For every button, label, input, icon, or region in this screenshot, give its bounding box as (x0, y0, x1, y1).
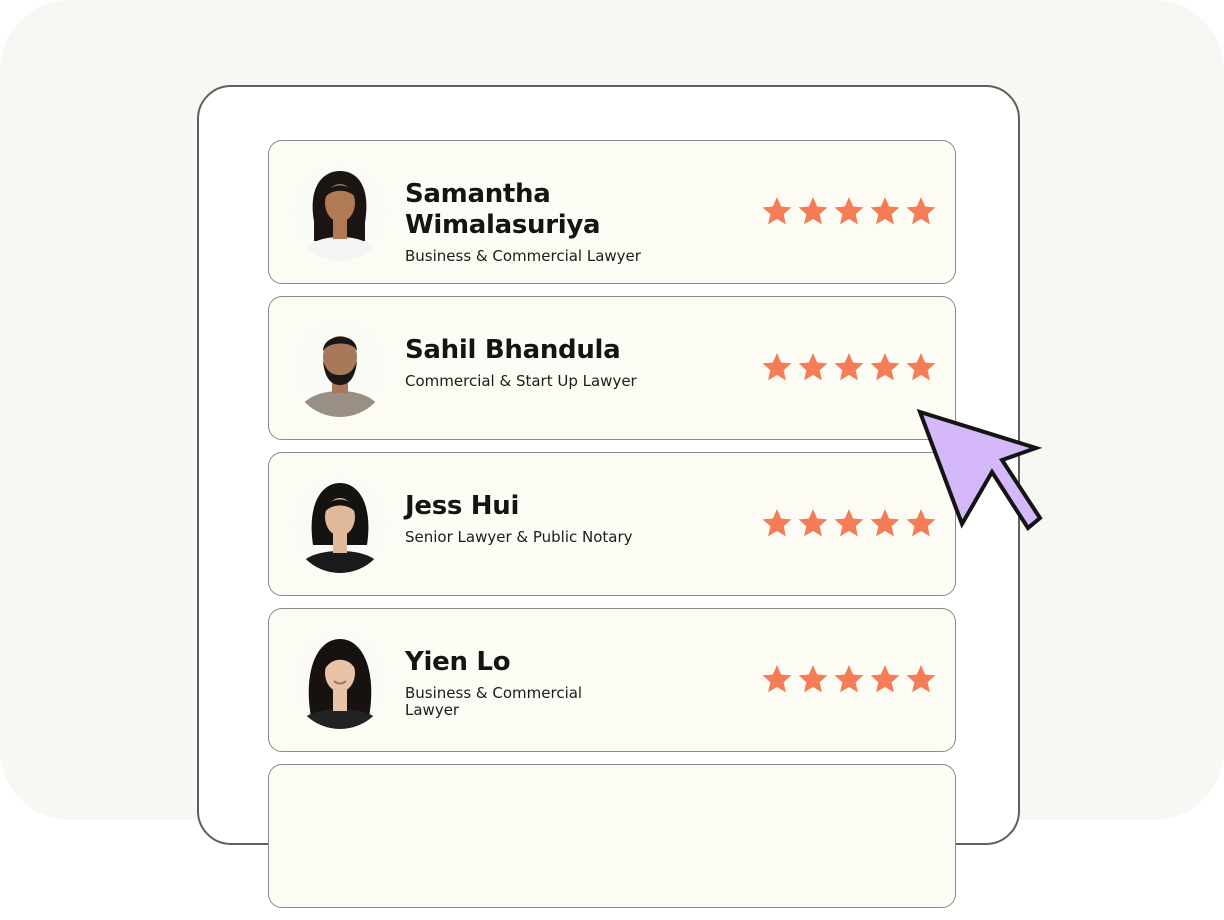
lawyer-card-partial[interactable] (268, 764, 956, 908)
lawyer-card[interactable]: Yien Lo Business & Commercial Lawyer (268, 608, 956, 752)
star-icon (906, 197, 936, 225)
star-icon (870, 509, 900, 537)
star-icon (870, 353, 900, 381)
star-icon (798, 665, 828, 693)
lawyer-card[interactable]: Jess Hui Senior Lawyer & Public Notary (268, 452, 956, 596)
lawyer-list: Samantha Wimalasuriya Business & Commerc… (268, 140, 956, 920)
avatar (291, 163, 389, 261)
rating-stars (761, 351, 937, 383)
avatar (291, 631, 389, 729)
lawyer-role: Business & Commercial Lawyer (405, 247, 641, 266)
star-icon (798, 197, 828, 225)
rating-stars (761, 195, 937, 227)
star-icon (762, 353, 792, 381)
lawyer-name: Samantha Wimalasuriya (405, 179, 601, 241)
cursor-arrow-icon (916, 408, 1043, 531)
lawyer-card[interactable]: Sahil Bhandula Commercial & Start Up Law… (268, 296, 956, 440)
avatar (291, 319, 389, 417)
lawyer-card[interactable]: Samantha Wimalasuriya Business & Commerc… (268, 140, 956, 284)
star-icon (762, 509, 792, 537)
star-icon (834, 665, 864, 693)
star-icon (762, 197, 792, 225)
star-icon (906, 353, 936, 381)
star-icon (906, 665, 936, 693)
lawyer-name: Sahil Bhandula (405, 335, 621, 365)
avatar (291, 475, 389, 573)
lawyer-role: Commercial & Start Up Lawyer (405, 372, 637, 391)
lawyer-role: Senior Lawyer & Public Notary (405, 528, 633, 547)
star-icon (870, 197, 900, 225)
star-icon (834, 509, 864, 537)
star-icon (834, 353, 864, 381)
star-icon (798, 509, 828, 537)
lawyer-role: Business & Commercial Lawyer (405, 684, 583, 719)
star-icon (762, 665, 792, 693)
star-icon (834, 197, 864, 225)
star-icon (798, 353, 828, 381)
rating-stars (761, 663, 937, 695)
lawyer-name: Yien Lo (405, 647, 511, 677)
lawyer-name: Jess Hui (405, 491, 520, 521)
star-icon (870, 665, 900, 693)
